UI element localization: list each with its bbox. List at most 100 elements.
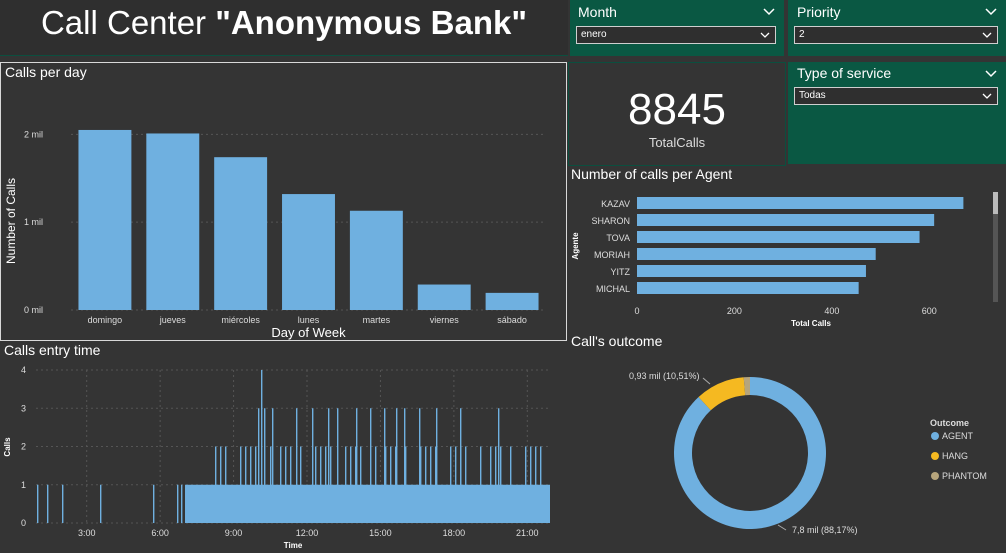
calls-per-day-visual[interactable]: Calls per day 0 mil 1 mil 2 mil domingo juev… xyxy=(0,62,567,341)
bar xyxy=(404,408,406,523)
y-axis-label: Agente xyxy=(571,232,580,260)
y-tick-label: 3 xyxy=(21,403,26,413)
bar xyxy=(285,446,287,523)
x-tick-label: 18:00 xyxy=(443,528,466,538)
y-tick-label: TOVA xyxy=(606,233,630,243)
calls-per-agent-visual[interactable]: Number of calls per Agent KAZAV SHARON TOV… xyxy=(568,164,1006,334)
service-slicer: Type of service Todas xyxy=(788,62,1006,164)
month-dropdown-value: enero xyxy=(581,29,607,40)
scrollbar-thumb[interactable] xyxy=(993,192,998,214)
bar xyxy=(637,265,866,277)
bar xyxy=(282,194,335,310)
month-dropdown[interactable]: enero xyxy=(576,26,776,44)
priority-slicer-label: Priority xyxy=(797,4,841,20)
y-tick-label: 2 xyxy=(21,442,26,452)
bar xyxy=(290,446,292,523)
legend-title: Outcome xyxy=(930,418,969,428)
donut-slice xyxy=(674,377,826,529)
bar xyxy=(480,446,482,523)
data-label: 0,93 mil (10,51%) xyxy=(629,371,700,381)
chevron-down-icon xyxy=(982,32,992,38)
x-tick-label: lunes xyxy=(298,315,320,325)
leader-line xyxy=(702,377,711,385)
calls-per-agent-chart: KAZAV SHARON TOVA MORIAH YITZ MICHAL 0 200 400 60… xyxy=(571,197,964,328)
legend-marker xyxy=(931,432,939,440)
x-tick-label: jueves xyxy=(159,315,187,325)
bar xyxy=(360,446,362,523)
bar xyxy=(177,484,179,523)
y-tick-label: 0 xyxy=(21,518,26,528)
bar xyxy=(255,446,257,523)
bar xyxy=(312,408,314,523)
x-tick-label: 9:00 xyxy=(225,528,243,538)
bar xyxy=(637,282,859,294)
bar xyxy=(215,446,217,523)
bar xyxy=(47,484,49,523)
total-calls-value: 8845 xyxy=(628,85,726,134)
bar xyxy=(525,446,527,523)
bar xyxy=(300,446,302,523)
bar xyxy=(337,408,339,523)
y-tick-label: 4 xyxy=(21,365,26,375)
bar xyxy=(250,446,252,523)
bar xyxy=(37,484,39,523)
x-tick-label: sábado xyxy=(497,315,527,325)
chevron-down-icon xyxy=(982,93,992,99)
bar xyxy=(245,446,247,523)
y-tick-label: SHARON xyxy=(591,216,630,226)
priority-dropdown-value: 2 xyxy=(799,29,805,40)
x-tick-label: 15:00 xyxy=(369,528,392,538)
bar xyxy=(637,231,920,243)
bar xyxy=(375,446,377,523)
bar xyxy=(460,408,462,523)
bar xyxy=(637,197,964,209)
priority-dropdown[interactable]: 2 xyxy=(794,26,998,44)
y-tick-label: YITZ xyxy=(611,267,631,277)
bar xyxy=(500,446,502,523)
chevron-down-icon[interactable] xyxy=(762,4,776,18)
bar xyxy=(270,446,272,523)
bar xyxy=(181,484,183,523)
chevron-down-icon[interactable] xyxy=(984,4,998,18)
chevron-down-icon xyxy=(760,32,770,38)
legend-marker xyxy=(931,452,939,460)
calls-outcome-visual[interactable]: Call's outcome 0,93 mil (10,51%) 7,8 mil … xyxy=(568,332,1006,553)
y-tick-label: 1 mil xyxy=(24,217,43,227)
chevron-down-icon[interactable] xyxy=(984,66,998,80)
leader-line xyxy=(777,524,787,531)
bar xyxy=(535,446,537,523)
bar xyxy=(240,446,242,523)
priority-slicer: Priority 2 xyxy=(788,0,1006,56)
bar xyxy=(498,408,500,523)
bar xyxy=(637,248,876,260)
x-tick-label: miércoles xyxy=(221,315,260,325)
month-slicer: Month enero xyxy=(570,0,784,56)
bar xyxy=(220,446,222,523)
legend-label: HANG xyxy=(942,451,968,461)
bar xyxy=(419,408,421,523)
bar xyxy=(370,408,372,523)
bar xyxy=(485,292,539,310)
bar xyxy=(390,446,392,523)
x-tick-label: 0 xyxy=(634,306,639,316)
bar xyxy=(495,446,497,523)
x-tick-label: 200 xyxy=(727,306,742,316)
bar xyxy=(272,408,274,523)
y-tick-label: MORIAH xyxy=(594,250,630,260)
calls-entry-time-visual[interactable]: Calls entry time 0 1 2 3 4 3:00 6:00 9:00 12:00 1… xyxy=(0,341,567,553)
bar xyxy=(296,408,298,523)
bar xyxy=(328,408,330,523)
bar xyxy=(425,446,427,523)
bar xyxy=(450,446,452,523)
calls-entry-time-chart: 0 1 2 3 4 3:00 6:00 9:00 12:00 15:00 18:00 21:00 Tim… xyxy=(3,365,550,550)
bar xyxy=(146,133,200,310)
bar xyxy=(417,284,471,310)
bar xyxy=(455,446,457,523)
bar xyxy=(62,484,64,523)
service-slicer-label: Type of service xyxy=(797,65,892,81)
x-tick-label: domingo xyxy=(88,315,123,325)
bar xyxy=(540,446,542,523)
bar xyxy=(261,370,263,523)
service-dropdown[interactable]: Todas xyxy=(794,87,998,105)
bar xyxy=(320,446,322,523)
